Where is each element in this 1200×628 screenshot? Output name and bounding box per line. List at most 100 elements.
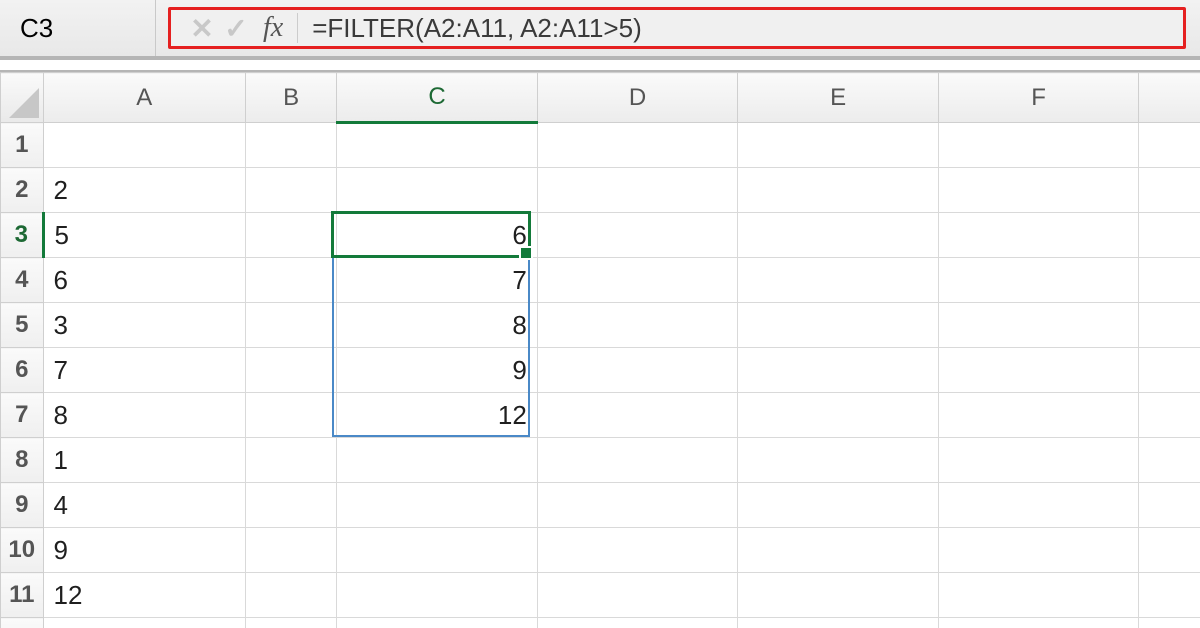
col-header-B[interactable]: B — [246, 73, 337, 123]
row-header-1[interactable]: 1 — [1, 123, 44, 168]
cell-A12[interactable] — [43, 618, 246, 628]
cell-B9[interactable] — [246, 483, 337, 528]
row-header-10[interactable]: 10 — [1, 528, 44, 573]
row-header-7[interactable]: 7 — [1, 393, 44, 438]
row-header-4[interactable]: 4 — [1, 258, 44, 303]
cell-E2[interactable] — [738, 168, 939, 213]
cell-D12[interactable] — [537, 618, 738, 628]
cell-F7[interactable] — [938, 393, 1139, 438]
col-header-A[interactable]: A — [43, 73, 246, 123]
cell-A9[interactable]: 4 — [43, 483, 246, 528]
cell-E7[interactable] — [738, 393, 939, 438]
cell-E3[interactable] — [738, 213, 939, 258]
cell-C11[interactable] — [337, 573, 538, 618]
cell-G9[interactable] — [1139, 483, 1200, 528]
cell-C1[interactable] — [337, 123, 538, 168]
cell-D9[interactable] — [537, 483, 738, 528]
select-all-corner[interactable] — [1, 73, 44, 123]
cell-C4[interactable]: 7 — [337, 258, 538, 303]
cell-G12[interactable] — [1139, 618, 1200, 628]
cell-B2[interactable] — [246, 168, 337, 213]
cell-F6[interactable] — [938, 348, 1139, 393]
cell-D6[interactable] — [537, 348, 738, 393]
row-header-2[interactable]: 2 — [1, 168, 44, 213]
cell-F8[interactable] — [938, 438, 1139, 483]
cell-D3[interactable] — [537, 213, 738, 258]
cell-D4[interactable] — [537, 258, 738, 303]
cell-A6[interactable]: 7 — [43, 348, 246, 393]
col-header-D[interactable]: D — [537, 73, 738, 123]
cell-E11[interactable] — [738, 573, 939, 618]
col-header-C[interactable]: C — [337, 73, 538, 123]
col-header-F[interactable]: F — [938, 73, 1139, 123]
cancel-icon[interactable]: ✕ — [185, 12, 219, 45]
cell-G10[interactable] — [1139, 528, 1200, 573]
row-header-12[interactable] — [1, 618, 44, 628]
row-header-8[interactable]: 8 — [1, 438, 44, 483]
cell-C7[interactable]: 12 — [337, 393, 538, 438]
cell-F11[interactable] — [938, 573, 1139, 618]
cell-D1[interactable] — [537, 123, 738, 168]
cell-A5[interactable]: 3 — [43, 303, 246, 348]
cell-F9[interactable] — [938, 483, 1139, 528]
cell-F3[interactable] — [938, 213, 1139, 258]
cell-G1[interactable] — [1139, 123, 1200, 168]
cell-D5[interactable] — [537, 303, 738, 348]
cell-B4[interactable] — [246, 258, 337, 303]
cell-D10[interactable] — [537, 528, 738, 573]
cell-F4[interactable] — [938, 258, 1139, 303]
cell-E10[interactable] — [738, 528, 939, 573]
cell-B6[interactable] — [246, 348, 337, 393]
cell-B8[interactable] — [246, 438, 337, 483]
cell-E6[interactable] — [738, 348, 939, 393]
cell-F10[interactable] — [938, 528, 1139, 573]
cell-C12[interactable] — [337, 618, 538, 628]
cell-F12[interactable] — [938, 618, 1139, 628]
cell-B7[interactable] — [246, 393, 337, 438]
cell-A11[interactable]: 12 — [43, 573, 246, 618]
sheet[interactable]: A B C D E F G 1 Sales — [0, 72, 1200, 628]
row-header-11[interactable]: 11 — [1, 573, 44, 618]
cell-C5[interactable]: 8 — [337, 303, 538, 348]
cell-D8[interactable] — [537, 438, 738, 483]
cell-E9[interactable] — [738, 483, 939, 528]
cell-G5[interactable] — [1139, 303, 1200, 348]
cell-A4[interactable]: 6 — [43, 258, 246, 303]
col-header-E[interactable]: E — [738, 73, 939, 123]
cell-G7[interactable] — [1139, 393, 1200, 438]
cell-D2[interactable] — [537, 168, 738, 213]
row-header-5[interactable]: 5 — [1, 303, 44, 348]
row-header-9[interactable]: 9 — [1, 483, 44, 528]
accept-icon[interactable]: ✓ — [219, 12, 253, 45]
cell-C3[interactable]: 6 — [337, 213, 538, 258]
cell-F1[interactable] — [938, 123, 1139, 168]
cell-B1[interactable] — [246, 123, 337, 168]
cell-A10[interactable]: 9 — [43, 528, 246, 573]
cell-G8[interactable] — [1139, 438, 1200, 483]
cell-G11[interactable] — [1139, 573, 1200, 618]
cell-B3[interactable] — [246, 213, 337, 258]
cell-C10[interactable] — [337, 528, 538, 573]
cell-A3[interactable]: 5 — [43, 213, 246, 258]
cell-B12[interactable] — [246, 618, 337, 628]
formula-input[interactable] — [310, 12, 1169, 45]
cell-E5[interactable] — [738, 303, 939, 348]
row-header-3[interactable]: 3 — [1, 213, 44, 258]
cell-E4[interactable] — [738, 258, 939, 303]
cell-A1[interactable]: Sales — [43, 123, 246, 168]
cell-G6[interactable] — [1139, 348, 1200, 393]
cell-E12[interactable] — [738, 618, 939, 628]
cell-A2[interactable]: 2 — [43, 168, 246, 213]
cell-G4[interactable] — [1139, 258, 1200, 303]
row-header-6[interactable]: 6 — [1, 348, 44, 393]
cell-C8[interactable] — [337, 438, 538, 483]
cell-E1[interactable] — [738, 123, 939, 168]
cell-C2[interactable] — [337, 168, 538, 213]
cell-C6[interactable]: 9 — [337, 348, 538, 393]
cell-C9[interactable] — [337, 483, 538, 528]
cell-D7[interactable] — [537, 393, 738, 438]
cell-A7[interactable]: 8 — [43, 393, 246, 438]
col-header-G[interactable]: G — [1139, 73, 1200, 123]
cell-G2[interactable] — [1139, 168, 1200, 213]
cell-B11[interactable] — [246, 573, 337, 618]
